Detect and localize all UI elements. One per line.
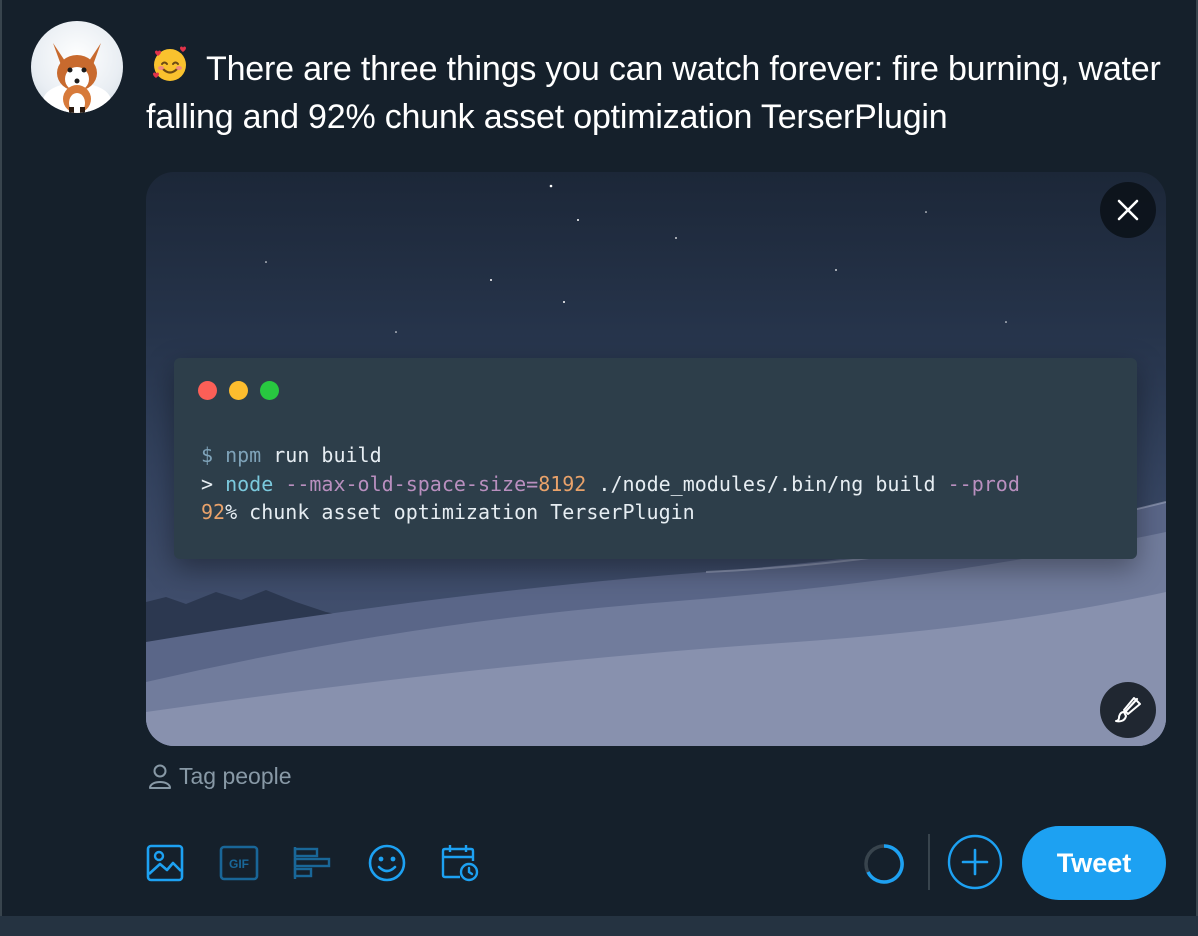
progress-ring-icon xyxy=(864,844,904,884)
paintbrush-icon xyxy=(1115,697,1141,723)
schedule-icon xyxy=(441,845,479,882)
terminal-code: $ npm run build > node --max-old-space-si… xyxy=(201,441,1020,527)
add-tweet-button[interactable] xyxy=(947,834,1003,890)
add-emoji-button[interactable] xyxy=(367,843,407,883)
tag-people-button[interactable]: Tag people xyxy=(148,760,292,792)
edit-media-button[interactable] xyxy=(1100,682,1156,738)
schedule-tweet-button[interactable] xyxy=(440,843,480,883)
code-line-3: 92% chunk asset optimization TerserPlugi… xyxy=(201,500,695,524)
maximize-window-dot xyxy=(260,381,279,400)
tweet-button[interactable]: Tweet xyxy=(1022,826,1166,900)
avatar[interactable] xyxy=(31,21,123,113)
poll-icon xyxy=(293,847,331,879)
remove-media-button[interactable] xyxy=(1100,182,1156,238)
person-icon xyxy=(149,764,171,789)
gif-label: GIF xyxy=(229,857,249,871)
add-poll-button[interactable] xyxy=(292,843,332,883)
tag-people-label: Tag people xyxy=(179,762,292,789)
emoji-icon xyxy=(368,844,406,882)
add-media-button[interactable] xyxy=(145,843,185,883)
media-attachment[interactable]: $ npm run build > node --max-old-space-si… xyxy=(146,172,1166,746)
code-line-1: $ npm run build xyxy=(201,443,382,467)
toolbar-divider xyxy=(928,834,930,890)
fox-avatar-image xyxy=(43,43,111,113)
smiling-face-with-hearts-icon xyxy=(150,44,192,95)
close-icon xyxy=(1117,199,1139,221)
tweet-text-input[interactable]: There are three things you can watch for… xyxy=(146,44,1176,139)
code-line-2: > node --max-old-space-size=8192 ./node_… xyxy=(201,471,1020,496)
gif-icon: GIF xyxy=(219,845,259,881)
image-icon xyxy=(146,844,184,882)
tweet-text: There are three things you can watch for… xyxy=(146,50,1161,136)
terminal-window: $ npm run build > node --max-old-space-si… xyxy=(174,358,1137,559)
add-gif-button[interactable]: GIF xyxy=(219,843,259,883)
close-window-dot xyxy=(198,381,217,400)
plus-circle-icon xyxy=(947,834,1003,890)
bottom-divider-strip xyxy=(0,916,1198,936)
minimize-window-dot xyxy=(229,381,248,400)
character-count-ring xyxy=(862,842,906,886)
